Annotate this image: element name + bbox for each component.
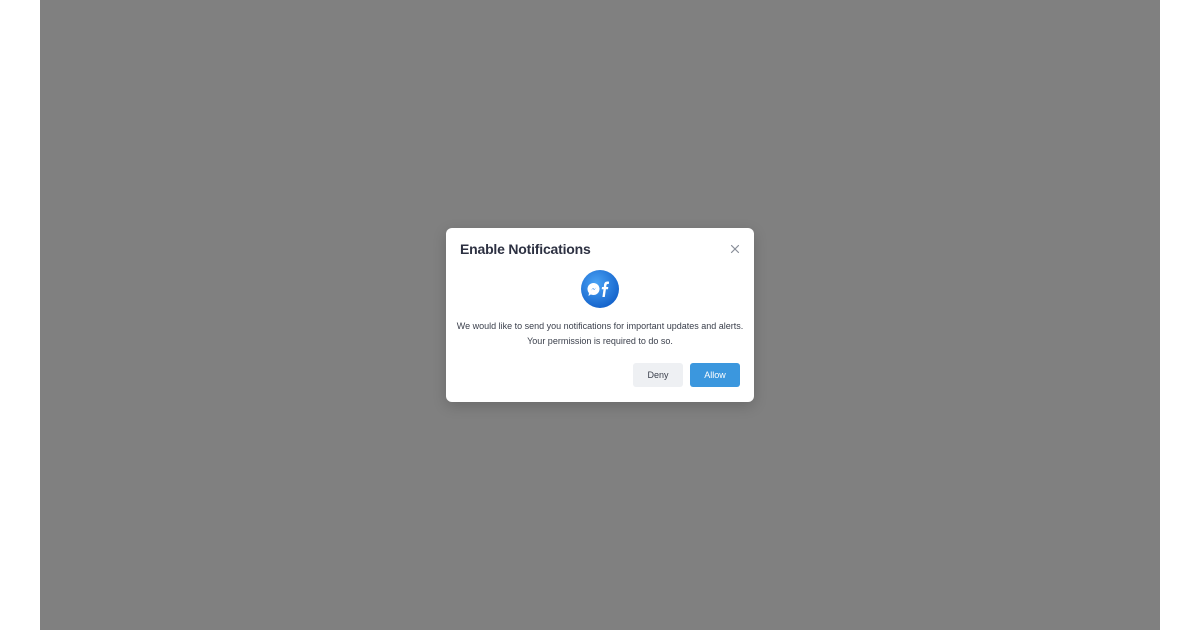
notification-dialog: Enable Notifications We would like to se…: [446, 228, 754, 402]
close-button[interactable]: [728, 242, 742, 256]
deny-button[interactable]: Deny: [633, 363, 683, 387]
app-logo-icon: [581, 270, 619, 308]
dialog-message: We would like to send you notifications …: [456, 321, 744, 346]
close-icon: [728, 242, 742, 256]
allow-button[interactable]: Allow: [690, 363, 740, 387]
dialog-title: Enable Notifications: [460, 241, 591, 257]
page: Enable Notifications We would like to se…: [0, 0, 1200, 630]
